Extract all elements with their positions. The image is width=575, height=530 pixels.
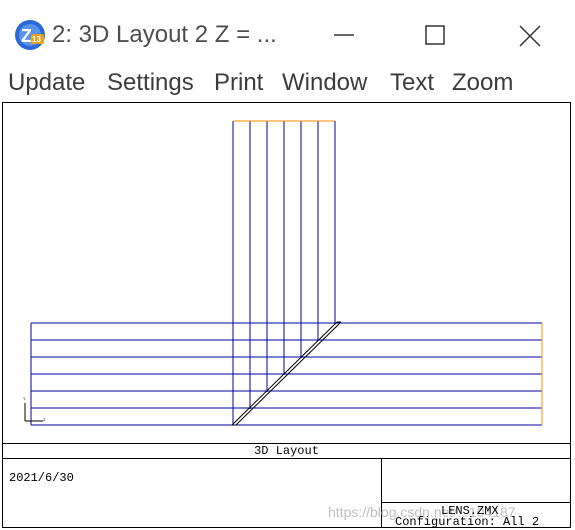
menu-window[interactable]: Window — [282, 66, 367, 102]
menu-print[interactable]: Print — [214, 66, 263, 102]
minimize-icon — [334, 34, 354, 36]
title-bar[interactable]: Z 13 2: 3D Layout 2 Z = ... — [0, 0, 575, 66]
layout-plot[interactable]: Y Z 3D Layout 2021/6/30 https://blog.csd… — [2, 102, 571, 528]
minimize-button[interactable] — [321, 17, 367, 53]
configuration-label: Configuration: All 2 — [395, 515, 540, 529]
maximize-button[interactable] — [412, 17, 458, 53]
axis-y-label: Y — [23, 396, 26, 401]
svg-text:13: 13 — [32, 35, 41, 44]
close-icon — [519, 25, 541, 47]
axis-z-label: Z — [43, 417, 46, 422]
menu-text[interactable]: Text — [390, 66, 434, 102]
window-title: 2: 3D Layout 2 Z = ... — [52, 21, 277, 48]
zemax-app-icon[interactable]: Z 13 — [14, 19, 46, 51]
layout-drawing — [3, 120, 570, 527]
menu-update[interactable]: Update — [8, 66, 85, 102]
horizontal-ray-bundle — [30, 322, 542, 426]
plot-caption: 3D Layout — [254, 444, 319, 458]
menu-settings[interactable]: Settings — [107, 66, 194, 102]
menu-bar: Update Settings Print Window Text Zoom — [0, 66, 575, 102]
menu-zoom[interactable]: Zoom — [452, 66, 513, 102]
maximize-icon — [425, 25, 445, 45]
axis-indicator — [24, 403, 43, 422]
plot-date: 2021/6/30 — [9, 471, 74, 485]
close-button[interactable] — [506, 17, 552, 53]
vertical-ray-bundle — [232, 121, 336, 425]
svg-text:Z: Z — [21, 26, 32, 46]
